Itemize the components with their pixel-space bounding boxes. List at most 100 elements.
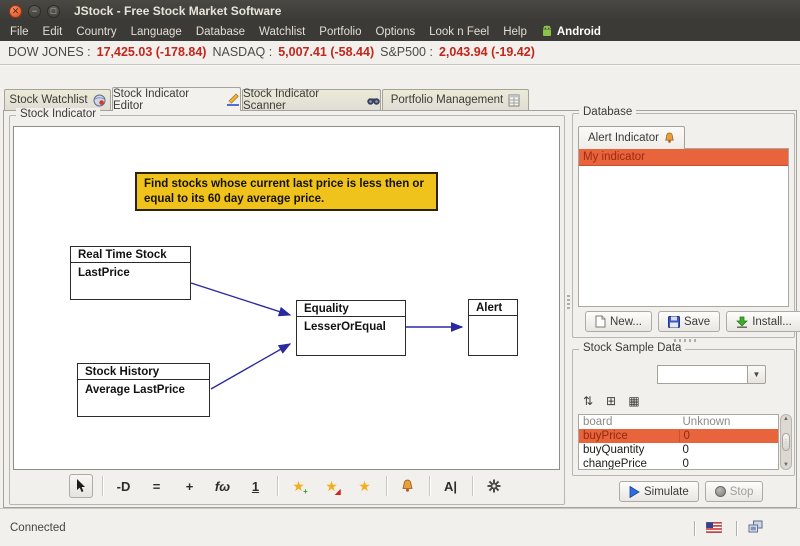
tab-stock-indicator-editor[interactable]: Stock Indicator Editor bbox=[112, 87, 241, 112]
pointer-tool-button[interactable] bbox=[68, 474, 93, 498]
menu-look-n-feel[interactable]: Look n Feel bbox=[422, 22, 496, 41]
menu-country[interactable]: Country bbox=[69, 22, 123, 41]
network-sync-icon[interactable] bbox=[748, 520, 763, 534]
title-bar: ✕ − □ JStock - Free Stock Market Softwar… bbox=[0, 0, 800, 22]
stock-sample-data-panel: Stock Sample Data ▼ ⇅ ⊞ ▦ board Unknown … bbox=[572, 342, 795, 476]
sort-group-icon[interactable]: ⊞ bbox=[603, 394, 619, 408]
arithmetic-tool-button[interactable]: + bbox=[178, 474, 202, 498]
indicator-list[interactable]: My indicator bbox=[578, 148, 789, 307]
sample-toolbar: ⇅ ⊞ ▦ bbox=[580, 394, 642, 408]
tab-stock-indicator-scanner[interactable]: Stock Indicator Scanner bbox=[242, 88, 381, 112]
menu-options[interactable]: Options bbox=[368, 22, 422, 41]
menu-watchlist[interactable]: Watchlist bbox=[252, 22, 312, 41]
stock-relative-history-tool-button[interactable]: ★ ◢ bbox=[320, 474, 344, 498]
menu-bar: File Edit Country Language Database Watc… bbox=[0, 22, 800, 41]
cell-value: 0 bbox=[682, 458, 689, 470]
stock-operator-tool-button[interactable]: ★ + bbox=[287, 474, 311, 498]
simulate-button[interactable]: Simulate bbox=[619, 481, 699, 502]
alert-tool-button[interactable] bbox=[396, 474, 420, 498]
indicator-canvas[interactable]: Find stocks whose current last price is … bbox=[13, 126, 560, 470]
stop-button-label: Stop bbox=[729, 485, 754, 498]
table-row[interactable]: buyQuantity 0 bbox=[579, 443, 778, 457]
minimize-window-icon[interactable]: − bbox=[28, 4, 41, 18]
menu-file[interactable]: File bbox=[3, 22, 36, 41]
sample-data-table[interactable]: board Unknown buyPrice 0 buyQuantity 0 c… bbox=[578, 414, 779, 470]
node-field: Average LastPrice bbox=[85, 384, 185, 396]
scrollbar-thumb[interactable]: ⋮ bbox=[782, 433, 790, 451]
stock-indicator-panel-title: Stock Indicator bbox=[16, 108, 101, 120]
cursor-arrow-icon bbox=[75, 479, 87, 493]
grid-view-icon[interactable]: ▦ bbox=[626, 394, 642, 408]
table-row[interactable]: changePrice 0 bbox=[579, 457, 778, 470]
pencil-icon bbox=[226, 93, 240, 106]
status-bar: Connected bbox=[0, 509, 800, 546]
label-tool-button[interactable]: A| bbox=[439, 474, 463, 498]
menu-help[interactable]: Help bbox=[496, 22, 534, 41]
toolbar-separator bbox=[428, 476, 430, 496]
star-add-icon: ★ + bbox=[292, 477, 308, 496]
toolbar-separator bbox=[471, 476, 473, 496]
bell-icon bbox=[401, 479, 414, 493]
node-alert[interactable]: Alert bbox=[468, 299, 518, 356]
cell-key: changePrice bbox=[583, 458, 647, 470]
ticker-label: S&P500 : bbox=[380, 45, 433, 59]
menu-edit[interactable]: Edit bbox=[36, 22, 70, 41]
menu-portfolio[interactable]: Portfolio bbox=[312, 22, 368, 41]
tab-label: Portfolio Management bbox=[390, 94, 504, 106]
ticker-label: NASDAQ : bbox=[212, 45, 273, 59]
scroll-up-icon[interactable]: ▲ bbox=[783, 416, 789, 422]
stop-icon bbox=[714, 486, 726, 497]
install-button-label: Install... bbox=[752, 315, 792, 328]
operator-tool-button[interactable]: -D bbox=[112, 474, 136, 498]
function-tool-button[interactable]: fω bbox=[211, 474, 235, 498]
tab-content: Stock Indicator Find stocks whose curren… bbox=[3, 106, 800, 508]
node-title: Alert bbox=[469, 300, 517, 316]
connection-status: Connected bbox=[10, 522, 66, 534]
cell-value: 0 bbox=[682, 444, 689, 456]
menu-android[interactable]: Android bbox=[534, 22, 608, 41]
menu-database[interactable]: Database bbox=[189, 22, 252, 41]
node-stock-history[interactable]: Stock History Average LastPrice bbox=[77, 363, 210, 417]
menu-language[interactable]: Language bbox=[124, 22, 189, 41]
sort-alpha-icon[interactable]: ⇅ bbox=[580, 394, 596, 408]
note-annotation[interactable]: Find stocks whose current last price is … bbox=[135, 172, 438, 211]
toolbar-separator bbox=[276, 476, 278, 496]
tab-stock-watchlist[interactable]: Stock Watchlist bbox=[4, 89, 111, 110]
toolbar-separator bbox=[101, 476, 103, 496]
list-item-selected[interactable]: My indicator bbox=[579, 149, 788, 166]
ticker-value: 17,425.03 (-178.84) bbox=[96, 45, 207, 59]
star-history-icon: ★ ◢ bbox=[325, 477, 341, 496]
menu-android-label: Android bbox=[556, 25, 601, 38]
stock-sample-tool-button[interactable]: ★ bbox=[353, 474, 377, 498]
node-field: LastPrice bbox=[78, 267, 130, 279]
maximize-window-icon[interactable]: □ bbox=[47, 4, 60, 18]
stop-button[interactable]: Stop bbox=[704, 481, 764, 502]
save-button[interactable]: Save bbox=[657, 311, 721, 332]
settings-tool-button[interactable] bbox=[482, 474, 506, 498]
tab-alert-indicator[interactable]: Alert Indicator bbox=[578, 126, 685, 149]
combo-dropdown-button[interactable]: ▼ bbox=[748, 365, 766, 384]
install-button[interactable]: Install... bbox=[726, 311, 800, 332]
stock-combo-input[interactable] bbox=[657, 365, 748, 384]
equality-tool-button[interactable]: = bbox=[145, 474, 169, 498]
node-equality[interactable]: Equality LesserOrEqual bbox=[296, 300, 406, 356]
window-title: JStock - Free Stock Market Software bbox=[74, 4, 282, 18]
scroll-down-icon[interactable]: ▼ bbox=[783, 462, 789, 468]
table-row[interactable]: board Unknown bbox=[579, 415, 778, 429]
tab-portfolio-management[interactable]: Portfolio Management bbox=[382, 89, 529, 110]
node-real-time-stock[interactable]: Real Time Stock LastPrice bbox=[70, 246, 191, 300]
tab-label: Alert Indicator bbox=[588, 132, 659, 144]
new-button[interactable]: New... bbox=[585, 311, 652, 332]
table-row-selected[interactable]: buyPrice 0 bbox=[579, 429, 778, 443]
cell-key: buyQuantity bbox=[583, 444, 645, 456]
vertical-splitter[interactable] bbox=[566, 115, 571, 505]
install-download-icon bbox=[736, 316, 749, 328]
watchlist-icon bbox=[93, 94, 106, 107]
constant-tool-button[interactable]: 1 bbox=[244, 474, 268, 498]
close-window-icon[interactable]: ✕ bbox=[9, 4, 22, 18]
cell-value: 0 bbox=[678, 430, 779, 442]
table-scrollbar[interactable]: ▲ ⋮ ▼ bbox=[780, 414, 792, 470]
play-icon bbox=[629, 485, 640, 498]
country-flag-icon[interactable] bbox=[706, 522, 722, 533]
stock-sample-data-panel-title: Stock Sample Data bbox=[579, 342, 686, 354]
